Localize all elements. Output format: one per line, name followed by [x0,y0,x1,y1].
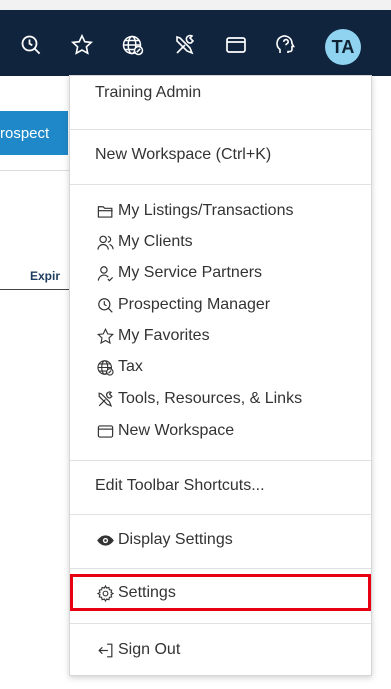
menu-separator [70,514,371,515]
column-header-expiration[interactable]: Expir [30,269,60,283]
folder-icon [95,201,115,221]
menu-item-tools-resources-links[interactable]: Tools, Resources, & Links [70,385,371,413]
settings-highlight-box [70,574,371,611]
clock-search-icon[interactable] [18,32,44,58]
users-icon [95,232,115,252]
user-dropdown-menu: Training Admin New Workspace (Ctrl+K) My… [69,75,372,676]
star-icon [95,326,115,346]
menu-item-label: Sign Out [118,641,181,658]
prospect-button[interactable]: rospect [0,111,68,155]
menu-item-edit-toolbar-shortcuts[interactable]: Edit Toolbar Shortcuts... [70,472,371,500]
menu-item-my-favorites[interactable]: My Favorites [70,322,371,350]
menu-separator [70,568,371,569]
clock-search-icon [95,295,115,315]
menu-item-label: My Favorites [118,327,210,344]
menu-item-my-clients[interactable]: My Clients [70,228,371,256]
menu-item-label: Tax [118,358,143,375]
menu-separator [70,184,371,185]
globe-tax-icon [95,357,115,377]
menu-separator [70,623,371,624]
menu-item-label: Tools, Resources, & Links [118,390,303,407]
eye-icon [95,530,115,550]
window-icon [95,421,115,441]
user-avatar[interactable]: TA [325,29,361,65]
tools-icon[interactable] [172,32,198,58]
menu-item-my-service-partners[interactable]: My Service Partners [70,259,371,287]
menu-item-prospecting-manager[interactable]: Prospecting Manager [70,291,371,319]
menu-item-label: Display Settings [118,531,233,548]
menu-item-label: Prospecting Manager [118,296,271,313]
menu-item-tax[interactable]: Tax [70,353,371,381]
sign-out-icon [95,640,115,660]
divider [0,170,69,171]
menu-item-label: My Clients [118,233,193,250]
menu-item-new-workspace[interactable]: New Workspace [70,417,371,445]
user-partner-icon [95,263,115,283]
help-head-icon[interactable] [273,32,299,58]
menu-item-display-settings[interactable]: Display Settings [70,526,371,554]
menu-separator [70,460,371,461]
menu-item-sign-out[interactable]: Sign Out [70,636,371,664]
menu-item-label: My Service Partners [118,264,263,281]
menu-item-label: New Workspace [118,422,235,439]
top-toolbar: TA [0,10,391,76]
menu-user-name: Training Admin [95,84,202,101]
globe-tax-icon[interactable] [120,32,146,58]
top-strip [0,0,391,10]
star-icon[interactable] [69,32,95,58]
divider [0,289,69,290]
menu-item-new-workspace-shortcut[interactable]: New Workspace (Ctrl+K) [70,141,371,169]
menu-item-my-listings[interactable]: My Listings/Transactions [70,197,371,225]
window-icon[interactable] [223,32,249,58]
menu-separator [70,129,371,130]
menu-item-label: My Listings/Transactions [118,202,294,219]
tools-icon [95,389,115,409]
